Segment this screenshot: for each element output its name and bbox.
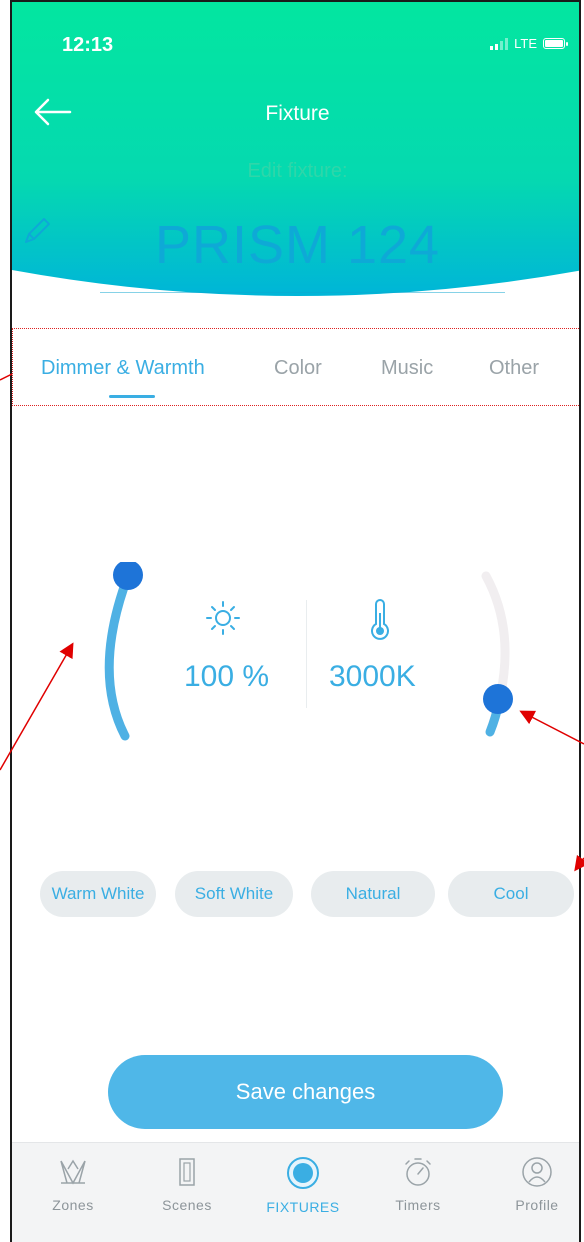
page-title: Fixture — [265, 102, 330, 125]
tab-other[interactable]: Other — [489, 357, 539, 380]
save-changes-button[interactable]: Save changes — [108, 1055, 503, 1129]
nav-fixtures-label: FIXTURES — [266, 1199, 340, 1215]
fixture-name-row: PRISM 124 — [12, 214, 579, 276]
nav-fixtures[interactable]: FIXTURES — [253, 1155, 353, 1215]
dial-control — [104, 562, 513, 741]
preset-warm-white[interactable]: Warm White — [40, 871, 156, 917]
name-underline — [100, 292, 505, 293]
warmth-slider-handle[interactable] — [483, 684, 513, 714]
tab-bar: Dimmer & Warmth Color Music Other — [12, 328, 579, 406]
nav-scenes[interactable]: Scenes — [137, 1155, 237, 1213]
battery-icon — [543, 38, 568, 49]
status-bar-icons: LTE — [490, 36, 568, 51]
fixture-name-field[interactable]: PRISM 124 — [155, 215, 440, 275]
preset-soft-white[interactable]: Soft White — [175, 871, 293, 917]
thermometer-icon — [371, 599, 389, 640]
network-label: LTE — [514, 36, 537, 51]
brightness-slider-handle[interactable] — [113, 562, 143, 590]
tab-music[interactable]: Music — [381, 357, 433, 380]
timer-icon — [405, 1158, 431, 1186]
fixtures-icon — [287, 1157, 319, 1189]
edit-fixture-label: Edit fixture: — [247, 160, 348, 182]
pencil-icon[interactable] — [20, 214, 54, 248]
nav-profile-label: Profile — [515, 1197, 559, 1213]
preset-cool[interactable]: Cool — [448, 871, 574, 917]
divider — [306, 600, 307, 708]
tab-color[interactable]: Color — [274, 357, 322, 380]
tab-dimmer-warmth[interactable]: Dimmer & Warmth — [41, 357, 205, 380]
nav-timers-label: Timers — [395, 1197, 441, 1213]
nav-zones-label: Zones — [52, 1197, 94, 1213]
active-tab-indicator — [109, 395, 155, 398]
nav-profile[interactable]: Profile — [487, 1155, 579, 1213]
nav-scenes-label: Scenes — [162, 1197, 212, 1213]
profile-icon — [522, 1157, 552, 1187]
scenes-icon — [179, 1158, 195, 1186]
bottom-nav: Zones Scenes FIXTURES Timers Profile — [12, 1142, 579, 1242]
sun-icon — [206, 601, 240, 635]
nav-zones[interactable]: Zones — [23, 1155, 123, 1213]
signal-icon — [490, 37, 509, 50]
phone-screen: 12:13 LTE Fixture Edit fixture: PRISM 12… — [10, 0, 581, 1242]
warmth-value: 3000K — [329, 660, 416, 693]
brightness-arc — [104, 571, 133, 741]
status-time: 12:13 — [62, 34, 114, 56]
nav-timers[interactable]: Timers — [368, 1155, 468, 1213]
zones-icon — [60, 1159, 86, 1185]
header: 12:13 LTE Fixture Edit fixture: PRISM 12… — [12, 2, 579, 312]
brightness-value: 100 % — [184, 660, 270, 693]
preset-natural[interactable]: Natural — [311, 871, 435, 917]
